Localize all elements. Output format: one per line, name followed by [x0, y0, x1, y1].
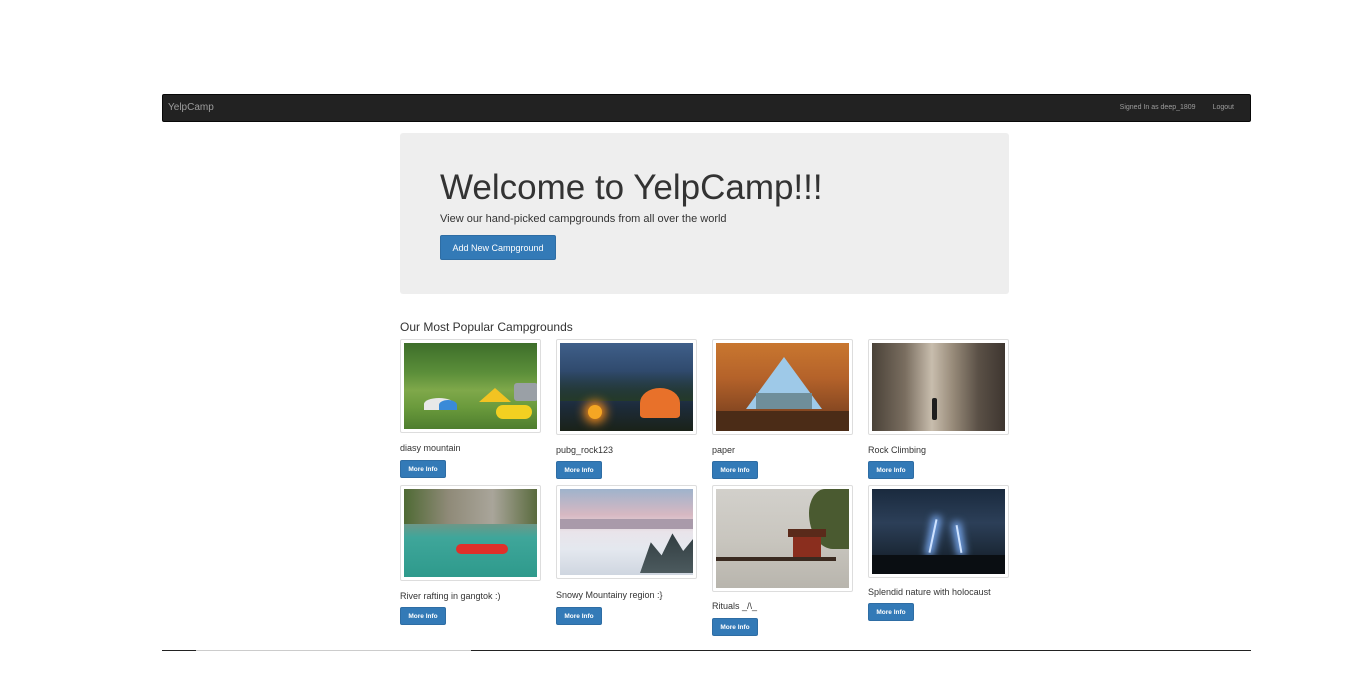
- campground-card: pubg_rock123 More Info: [556, 339, 697, 479]
- add-new-campground-button[interactable]: Add New Campground: [440, 235, 556, 260]
- campground-name: Rituals _/\_: [712, 601, 758, 611]
- brand-link[interactable]: YelpCamp: [168, 102, 214, 113]
- campground-thumbnail[interactable]: [868, 485, 1009, 578]
- rock-canyon-photo: [872, 343, 1005, 431]
- campground-thumbnail[interactable]: [400, 339, 541, 433]
- lake-pagoda-photo: [716, 489, 849, 588]
- campground-card: Rituals _/\_ More Info: [712, 485, 853, 636]
- campground-card: River rafting in gangtok :) More Info: [400, 485, 541, 625]
- campground-thumbnail[interactable]: [400, 485, 541, 581]
- more-info-button[interactable]: More Info: [556, 607, 602, 625]
- campground-thumbnail[interactable]: [556, 485, 697, 579]
- page-title: Welcome to YelpCamp!!!: [440, 168, 823, 207]
- logout-link[interactable]: Logout: [1213, 104, 1234, 111]
- campground-name: River rafting in gangtok :): [400, 591, 501, 601]
- more-info-button[interactable]: More Info: [712, 461, 758, 479]
- campground-card: diasy mountain More Info: [400, 339, 541, 478]
- lightning-storm-photo: [872, 489, 1005, 574]
- campground-name: Snowy Mountainy region :}: [556, 590, 663, 600]
- footer-divider: [162, 650, 196, 651]
- campground-card: Snowy Mountainy region :} More Info: [556, 485, 697, 625]
- night-campfire-tent-photo: [560, 343, 693, 431]
- campground-name: Rock Climbing: [868, 445, 927, 455]
- footer-divider: [471, 650, 1251, 651]
- more-info-button[interactable]: More Info: [400, 607, 446, 625]
- campground-name: Splendid nature with holocaust: [868, 587, 991, 597]
- more-info-button[interactable]: More Info: [868, 603, 914, 621]
- campground-thumbnail[interactable]: [556, 339, 697, 435]
- tent-interior-view-photo: [716, 343, 849, 431]
- campground-card: Rock Climbing More Info: [868, 339, 1009, 479]
- campground-card: Splendid nature with holocaust More Info: [868, 485, 1009, 621]
- more-info-button[interactable]: More Info: [868, 461, 914, 479]
- page-subtitle: View our hand-picked campgrounds from al…: [440, 213, 727, 225]
- nav-right: Signed In as deep_1809 Logout: [1120, 104, 1234, 111]
- jumbotron: Welcome to YelpCamp!!! View our hand-pic…: [400, 133, 1009, 294]
- campground-thumbnail[interactable]: [868, 339, 1009, 435]
- campground-name: paper: [712, 445, 736, 455]
- more-info-button[interactable]: More Info: [556, 461, 602, 479]
- campground-name: diasy mountain: [400, 443, 461, 453]
- navbar: YelpCamp Signed In as deep_1809 Logout: [162, 94, 1251, 122]
- campground-thumbnail[interactable]: [712, 339, 853, 435]
- section-title: Our Most Popular Campgrounds: [400, 320, 573, 334]
- river-rafting-photo: [404, 489, 537, 577]
- snowy-mountains-photo: [560, 489, 693, 575]
- more-info-button[interactable]: More Info: [400, 460, 446, 478]
- campsite-forest-tents-photo: [404, 343, 537, 429]
- signed-in-link[interactable]: Signed In as deep_1809: [1120, 104, 1196, 111]
- footer-divider: [196, 650, 471, 651]
- campground-card: paper More Info: [712, 339, 853, 479]
- campground-thumbnail[interactable]: [712, 485, 853, 592]
- campground-name: pubg_rock123: [556, 445, 614, 455]
- more-info-button[interactable]: More Info: [712, 618, 758, 636]
